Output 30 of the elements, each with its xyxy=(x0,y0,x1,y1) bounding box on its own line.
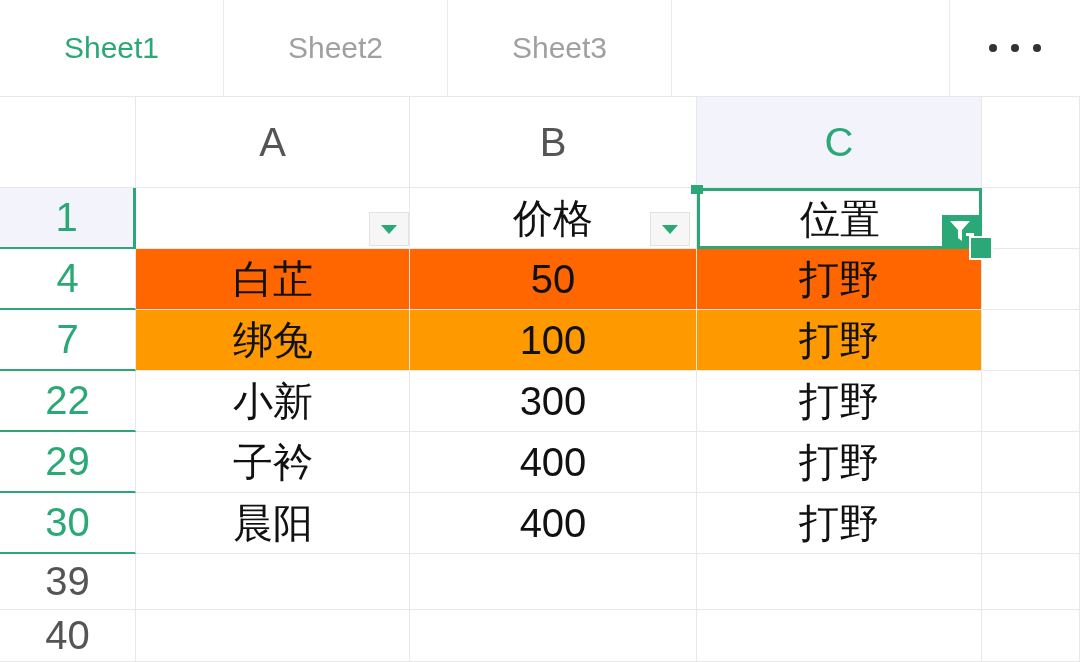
row-header[interactable]: 40 xyxy=(0,610,136,662)
highlighted-cell: 绑兔 xyxy=(136,310,410,371)
row-header[interactable]: 1 xyxy=(0,188,136,249)
row-header[interactable]: 29 xyxy=(0,432,136,493)
table-cell: 300 xyxy=(410,371,697,432)
more-icon xyxy=(988,43,1042,53)
row-header[interactable]: 39 xyxy=(0,554,136,610)
selection-handle[interactable] xyxy=(691,185,703,194)
filter-dropdown-button[interactable] xyxy=(369,212,409,246)
highlighted-cell: 打野 xyxy=(697,310,982,371)
filter-dropdown-button[interactable] xyxy=(650,212,690,246)
column-header[interactable]: C xyxy=(697,97,982,188)
table-cell: 小新 xyxy=(136,371,410,432)
triangle-icon xyxy=(381,224,397,234)
table-cell: 400 xyxy=(410,493,697,554)
table-cell: 打野 xyxy=(697,432,982,493)
row-header[interactable]: 30 xyxy=(0,493,136,554)
table-cell: 晨阳 xyxy=(136,493,410,554)
triangle-icon xyxy=(662,224,678,234)
highlighted-cell: 50 xyxy=(410,249,697,310)
table-cell: 400 xyxy=(410,432,697,493)
table-cell: 打野 xyxy=(697,493,982,554)
highlighted-cell: 白芷 xyxy=(136,249,410,310)
column-header[interactable]: A xyxy=(136,97,410,188)
table-cell: 打野 xyxy=(697,371,982,432)
highlighted-cell: 100 xyxy=(410,310,697,371)
row-header[interactable]: 22 xyxy=(0,371,136,432)
highlighted-cell: 打野 xyxy=(697,249,982,310)
table-cell: 子衿 xyxy=(136,432,410,493)
fill-handle[interactable] xyxy=(969,236,993,260)
